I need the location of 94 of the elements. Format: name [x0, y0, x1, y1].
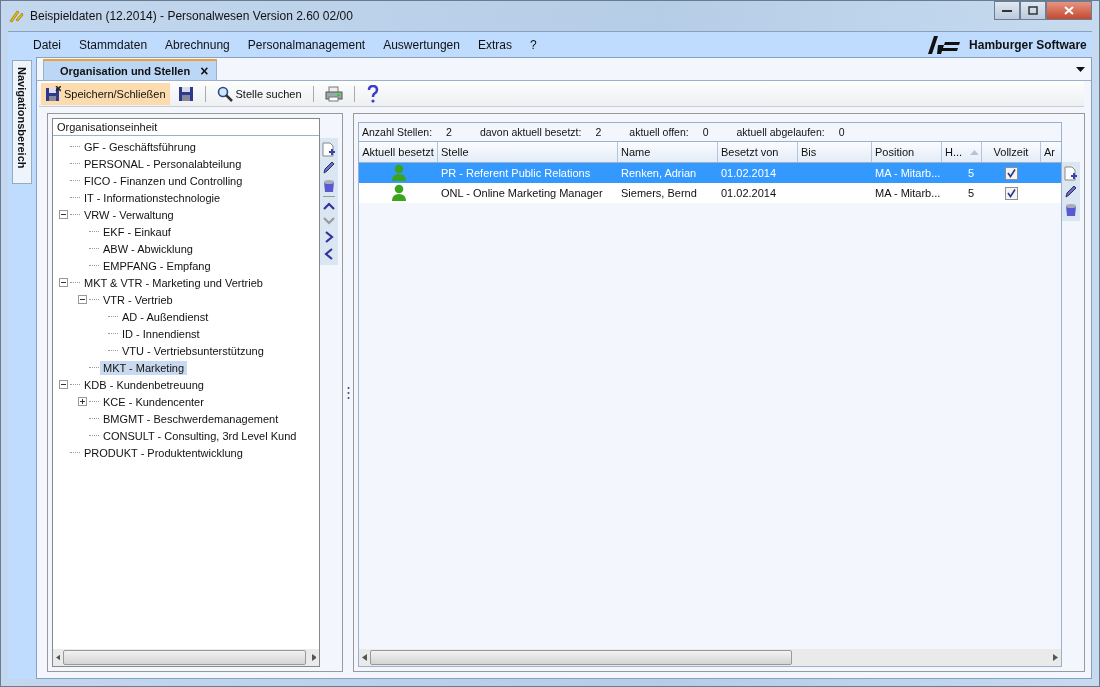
scroll-right-icon[interactable]	[311, 654, 316, 661]
trash-icon[interactable]	[322, 178, 336, 193]
new-document-icon[interactable]	[1064, 166, 1078, 181]
summary-label: aktuell offen:	[629, 126, 689, 138]
navigation-tab[interactable]: Navigationsbereich	[12, 60, 32, 184]
horizontal-scrollbar[interactable]	[53, 649, 319, 666]
table-cell-text: Siemers, Bernd	[620, 187, 698, 199]
brand-name: Hamburger Software	[969, 37, 1087, 52]
table-cell-text: 5	[966, 187, 975, 199]
summary-value: 2	[595, 126, 602, 138]
tab-close-icon[interactable]: ×	[200, 62, 209, 79]
tree-item[interactable]: VTR - Vertrieb	[100, 292, 176, 307]
brand-logo-icon	[928, 35, 961, 54]
column-header[interactable]: Ar	[1041, 142, 1061, 162]
column-header[interactable]: Besetzt von	[718, 142, 798, 162]
pencil-icon[interactable]	[1064, 184, 1078, 199]
tree-item[interactable]: EKF - Einkauf	[100, 224, 174, 239]
tree-item[interactable]: EMPFANG - Empfang	[100, 258, 214, 273]
sort-ascending-icon	[970, 149, 978, 155]
table-cell-text: PR - Referent Public Relations	[440, 167, 592, 179]
table-cell-text: MA - Mitarb...	[874, 187, 942, 199]
menu-item[interactable]: Extras	[468, 37, 521, 52]
expander-icon[interactable]	[78, 295, 87, 304]
table-cell-text: Renken, Adrian	[620, 167, 698, 179]
trash-icon[interactable]	[1064, 202, 1078, 217]
column-header[interactable]: Name	[618, 142, 718, 162]
tree-item[interactable]: PERSONAL - Personalabteilung	[81, 156, 245, 171]
save-icon[interactable]	[177, 85, 194, 102]
summary-label: Anzahl Stellen:	[362, 126, 433, 138]
checkbox[interactable]	[1005, 166, 1018, 180]
menu-item[interactable]: Datei	[24, 37, 70, 52]
new-document-icon[interactable]	[322, 142, 336, 157]
tree-item[interactable]: BMGMT - Beschwerdemanagement	[100, 411, 282, 426]
tree-item[interactable]: MKT - Marketing	[100, 360, 188, 375]
document-tab[interactable]: Organisation und Stellen ×	[43, 59, 218, 80]
table-cell-text: 01.02.2014	[720, 167, 778, 179]
tree-item[interactable]: FICO - Finanzen und Controlling	[81, 173, 246, 188]
scroll-left-icon[interactable]	[56, 654, 61, 661]
search-button[interactable]: Stelle suchen	[212, 82, 306, 105]
table-cell-text: MA - Mitarb...	[874, 167, 942, 179]
splitter-grip-icon[interactable]	[346, 385, 350, 400]
menu-item[interactable]: Abrechnung	[156, 37, 239, 52]
column-header[interactable]: Position	[872, 142, 942, 162]
close-icon	[1064, 6, 1074, 15]
expander-icon[interactable]	[78, 397, 87, 406]
table-row[interactable]: ONL - Online Marketing Manager Siemers, Bernd 01.02.2014 MA - Mitarb... 5	[359, 183, 1061, 203]
summary-value: 0	[838, 126, 845, 138]
dropdown-caret-icon[interactable]	[1076, 67, 1085, 72]
expander-icon[interactable]	[59, 380, 68, 389]
help-icon[interactable]	[365, 84, 380, 103]
tree-item[interactable]: IT - Informationstechnologie	[81, 190, 224, 205]
tree-item[interactable]: GF - Geschäftsführung	[81, 139, 199, 154]
tree-item[interactable]: VTU - Vertriebsunterstützung	[119, 343, 267, 358]
checkbox[interactable]	[1005, 186, 1018, 200]
tree-item[interactable]: PRODUKT - Produktentwicklung	[81, 445, 246, 460]
summary-value: 0	[702, 126, 709, 138]
table-cell-text: ONL - Online Marketing Manager	[440, 187, 604, 199]
minimize-button[interactable]	[994, 1, 1020, 20]
expander-icon[interactable]	[59, 210, 68, 219]
tree-item[interactable]: ABW - Abwicklung	[100, 241, 196, 256]
expander-icon[interactable]	[59, 278, 68, 287]
tree-item[interactable]: VRW - Verwaltung	[81, 207, 177, 222]
scroll-left-icon[interactable]	[362, 654, 367, 661]
tree-item[interactable]: MKT & VTR - Marketing und Vertrieb	[81, 275, 266, 290]
table-cell-text: 01.02.2014	[720, 187, 778, 199]
column-header[interactable]: Bis	[798, 142, 872, 162]
tree-item[interactable]: CONSULT - Consulting, 3rd Level Kund	[100, 428, 300, 443]
scroll-right-icon[interactable]	[1053, 654, 1058, 661]
search-icon	[216, 85, 233, 102]
printer-icon[interactable]	[324, 85, 343, 102]
summary-label: davon aktuell besetzt:	[479, 126, 582, 138]
pencil-icon[interactable]	[322, 160, 336, 175]
menu-item[interactable]: Auswertungen	[374, 37, 469, 52]
column-header[interactable]: Aktuell besetzt	[359, 142, 438, 162]
tree-item[interactable]: ID - Innendienst	[119, 326, 203, 341]
maximize-button[interactable]	[1020, 1, 1046, 20]
column-header[interactable]: Stelle	[438, 142, 618, 162]
maximize-icon	[1028, 6, 1038, 15]
menu-item[interactable]: Stammdaten	[70, 37, 157, 52]
menu-item[interactable]: Personalmanagement	[238, 37, 375, 52]
summary-value: 2	[446, 126, 452, 138]
window-title: Beispieldaten (12.2014) - Personalwesen Version 2.60 02/00	[30, 9, 353, 23]
app-logo-icon	[8, 8, 24, 24]
horizontal-scrollbar[interactable]	[359, 649, 1061, 666]
menu-item[interactable]: ?	[520, 37, 546, 52]
tree-item[interactable]: AD - Außendienst	[119, 309, 212, 324]
save-close-button[interactable]: Speichern/Schließen	[41, 82, 170, 105]
tree-item[interactable]: KCE - Kundencenter	[100, 394, 207, 409]
tree-item[interactable]: KDB - Kundenbetreuung	[81, 377, 207, 392]
table-cell-text: 5	[966, 167, 975, 179]
column-header[interactable]: Vollzeit	[982, 142, 1041, 162]
summary-label: aktuell abgelaufen:	[736, 126, 825, 138]
close-button[interactable]	[1046, 1, 1092, 20]
column-header[interactable]: H...	[942, 142, 982, 162]
